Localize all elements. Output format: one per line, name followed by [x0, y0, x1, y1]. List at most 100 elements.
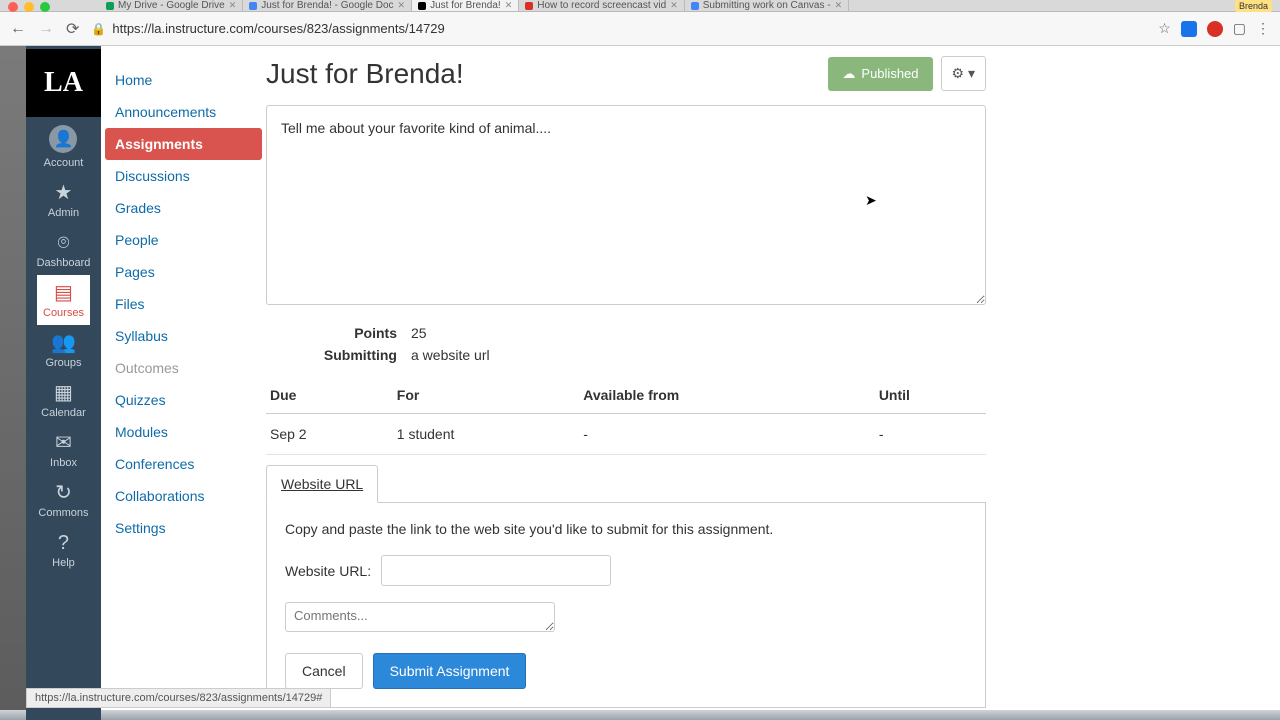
window-maximize-button[interactable] [40, 2, 50, 12]
course-nav-conferences[interactable]: Conferences [101, 448, 266, 480]
browser-user-badge[interactable]: Brenda [1235, 0, 1272, 12]
desktop-background [0, 46, 26, 720]
extension-icon[interactable] [1181, 21, 1197, 37]
reload-button[interactable]: ⟳ [66, 19, 79, 39]
browser-tab-bar: My Drive - Google Drive✕Just for Brenda!… [0, 0, 1280, 12]
browser-tab[interactable]: How to record screencast vid ✕ [519, 0, 685, 12]
avatar-icon: 👤 [49, 125, 77, 153]
tab-close-icon[interactable]: ✕ [505, 0, 513, 11]
forward-button[interactable]: → [38, 20, 54, 38]
favicon-icon [525, 2, 533, 10]
inbox-icon: ✉ [37, 433, 91, 453]
course-nav-files[interactable]: Files [101, 288, 266, 320]
favicon-icon [691, 2, 699, 10]
courses-icon: ▤ [37, 283, 91, 303]
settings-gear-button[interactable]: ⚙ ▾ [941, 56, 986, 91]
course-nav-syllabus[interactable]: Syllabus [101, 320, 266, 352]
tab-label: Submitting work on Canvas - [703, 0, 831, 11]
nav-label: Calendar [41, 407, 86, 419]
cancel-button[interactable]: Cancel [285, 653, 363, 689]
tab-close-icon[interactable]: ✕ [229, 0, 237, 11]
nav-label: Help [52, 557, 75, 569]
col-for: For [393, 377, 580, 414]
gear-icon: ⚙ [952, 65, 965, 81]
nav-label: Groups [45, 357, 81, 369]
course-nav-discussions[interactable]: Discussions [101, 160, 266, 192]
commons-icon: ↻ [37, 483, 91, 503]
window-controls [0, 0, 60, 12]
course-nav-grades[interactable]: Grades [101, 192, 266, 224]
admin-icon: ★ [37, 183, 91, 203]
website-url-input[interactable] [381, 555, 611, 586]
browser-tab[interactable]: Just for Brenda!✕ [412, 0, 519, 12]
global-nav-groups[interactable]: 👥 Groups [37, 325, 91, 375]
global-nav-courses[interactable]: ▤Courses [37, 275, 91, 325]
course-nav-settings[interactable]: Settings [101, 512, 266, 544]
course-nav-pages[interactable]: Pages [101, 256, 266, 288]
submitting-label: Submitting [266, 347, 411, 363]
content-area: Just for Brenda! ☁ Published ⚙ ▾ Tell me… [266, 46, 1280, 720]
points-value: 25 [411, 325, 427, 341]
institution-logo[interactable]: LA [26, 49, 101, 117]
favicon-icon [249, 2, 257, 10]
course-nav-outcomes[interactable]: Outcomes [101, 352, 266, 384]
col-until: Until [875, 377, 986, 414]
browser-status-bar: https://la.instructure.com/courses/823/a… [26, 688, 331, 708]
chrome-menu-icon[interactable]: ⋮ [1256, 20, 1270, 37]
website-url-label: Website URL: [285, 563, 371, 579]
cloud-check-icon: ☁ [842, 66, 855, 82]
nav-label: Commons [38, 507, 88, 519]
page-title: Just for Brenda! [266, 58, 828, 90]
assignment-description: Tell me about your favorite kind of anim… [266, 105, 986, 305]
global-nav-calendar[interactable]: ▦ Calendar [37, 375, 91, 425]
table-row: Sep 2 1 student - - [266, 414, 986, 455]
favicon-icon [106, 2, 114, 10]
tab-close-icon[interactable]: ✕ [398, 0, 406, 11]
course-nav-announcements[interactable]: Announcements [101, 96, 266, 128]
global-nav-commons[interactable]: ↻ Commons [37, 475, 91, 525]
groups-icon: 👥 [37, 333, 91, 353]
calendar-icon: ▦ [37, 383, 91, 403]
course-nav: HomeAnnouncementsAssignmentsDiscussionsG… [101, 46, 266, 720]
global-nav-help[interactable]: ?Help [37, 525, 91, 575]
lock-icon: 🔒 [91, 22, 106, 36]
course-nav-modules[interactable]: Modules [101, 416, 266, 448]
nav-label: Inbox [50, 457, 77, 469]
comments-input[interactable] [285, 602, 555, 632]
chevron-down-icon: ▾ [968, 65, 975, 81]
macos-dock[interactable] [0, 710, 1280, 720]
published-button[interactable]: ☁ Published [828, 57, 932, 91]
global-nav-inbox[interactable]: ✉ Inbox [37, 425, 91, 475]
submission-tabs: Website URL [266, 465, 986, 503]
browser-tab[interactable]: Submitting work on Canvas - ✕ [685, 0, 849, 12]
submit-assignment-button[interactable]: Submit Assignment [373, 653, 527, 689]
nav-label: Dashboard [37, 257, 91, 269]
course-nav-home[interactable]: Home [101, 64, 266, 96]
browser-tab[interactable]: Just for Brenda! - Google Doc✕ [243, 0, 412, 12]
nav-label: Account [44, 157, 84, 169]
course-nav-quizzes[interactable]: Quizzes [101, 384, 266, 416]
tab-label: How to record screencast vid [537, 0, 666, 11]
bookmark-star-icon[interactable]: ☆ [1158, 20, 1171, 37]
tab-close-icon[interactable]: ✕ [670, 0, 678, 11]
back-button[interactable]: ← [10, 20, 26, 38]
browser-tab[interactable]: My Drive - Google Drive ✕ [100, 0, 243, 12]
col-available-from: Available from [579, 377, 875, 414]
course-nav-people[interactable]: People [101, 224, 266, 256]
tab-close-icon[interactable]: ✕ [835, 0, 843, 11]
url-field[interactable]: 🔒 https://la.instructure.com/courses/823… [91, 21, 1146, 36]
global-nav-admin[interactable]: ★Admin [37, 175, 91, 225]
window-minimize-button[interactable] [24, 2, 34, 12]
global-nav-account[interactable]: 👤 Account [37, 117, 91, 175]
cast-icon[interactable]: ▢ [1233, 20, 1246, 37]
tab-label: My Drive - Google Drive [118, 0, 225, 11]
favicon-icon [418, 2, 426, 10]
tab-website-url[interactable]: Website URL [266, 465, 378, 503]
course-nav-assignments[interactable]: Assignments [105, 128, 262, 160]
extension-icon[interactable] [1207, 21, 1223, 37]
dashboard-icon: ⌾ [37, 233, 91, 253]
window-close-button[interactable] [8, 2, 18, 12]
global-nav: LA 👤 Account ★Admin ⌾ Dashboard ▤Courses 👥 Grou… [26, 46, 101, 720]
global-nav-dashboard[interactable]: ⌾ Dashboard [37, 225, 91, 275]
course-nav-collaborations[interactable]: Collaborations [101, 480, 266, 512]
